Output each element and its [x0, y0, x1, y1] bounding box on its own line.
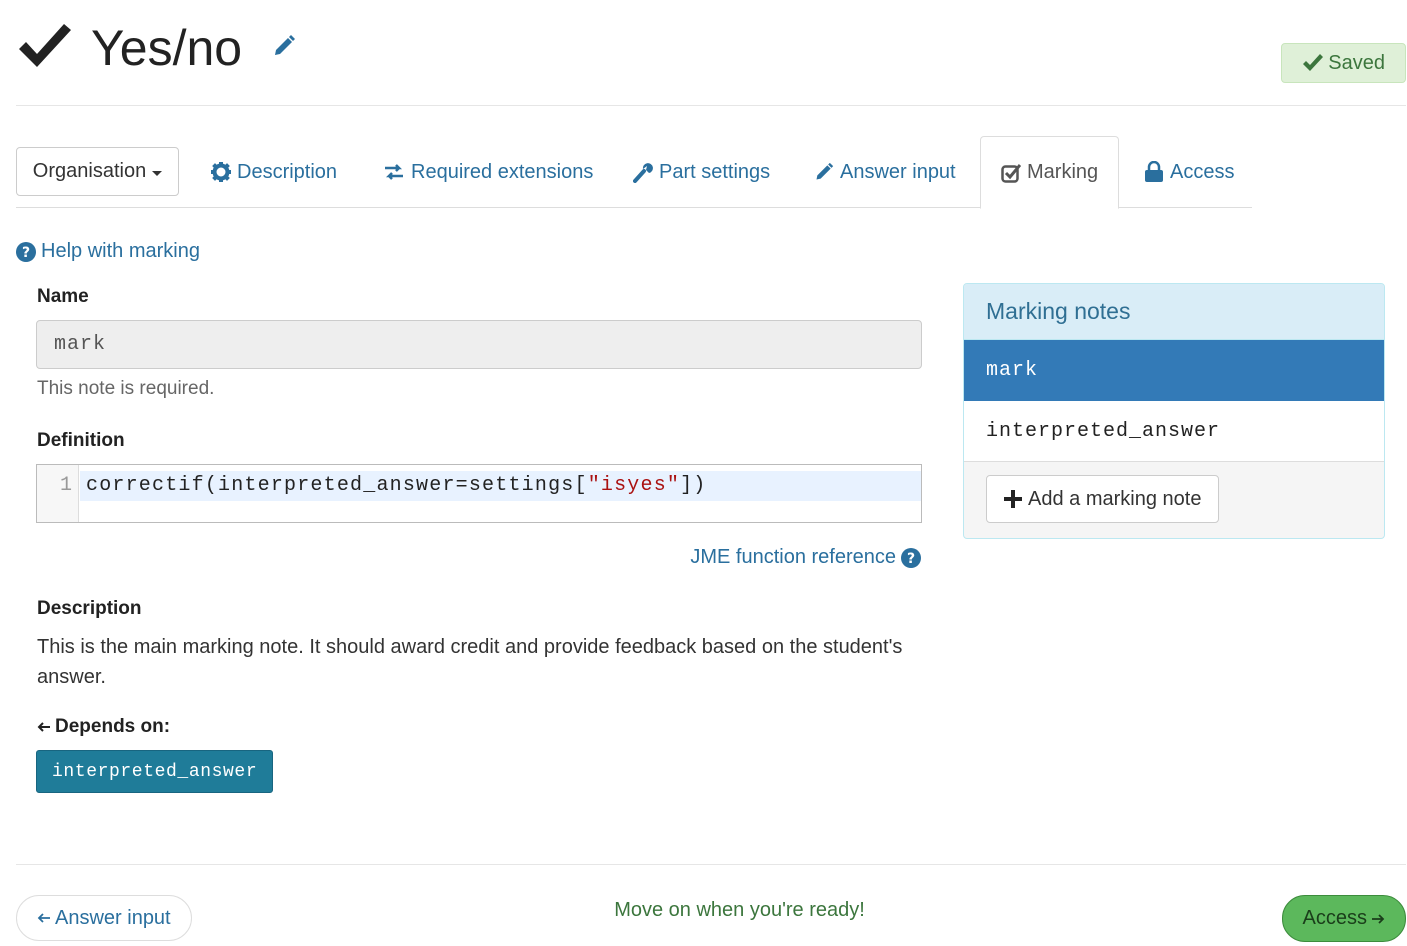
line-gutter: 1: [37, 465, 79, 522]
tab-marking[interactable]: Marking: [980, 136, 1120, 209]
add-note-label: Add a marking note: [1028, 487, 1202, 510]
question-circle-icon: ?: [16, 241, 36, 262]
code-line: correctif(interpreted_answer=settings["i…: [80, 471, 921, 501]
marking-note-item[interactable]: interpreted_answer: [964, 401, 1384, 462]
jme-link-label: JME function reference: [690, 546, 896, 568]
name-help-text: This note is required.: [37, 378, 215, 399]
organisation-label: Organisation: [32, 160, 147, 182]
depends-on-heading: Depends on:: [37, 716, 170, 738]
wrench-icon: [633, 161, 653, 183]
add-marking-note-button[interactable]: Add a marking note: [986, 475, 1220, 523]
tab-part-settings[interactable]: Part settings: [633, 136, 770, 208]
exchange-icon: [383, 163, 405, 181]
arrow-left-icon: [37, 720, 51, 734]
arrow-right-icon: [1371, 912, 1385, 926]
help-with-marking-link[interactable]: ? Help with marking: [16, 240, 200, 263]
tab-description[interactable]: Description: [211, 136, 337, 208]
tab-label: Description: [237, 160, 338, 183]
description-text: This is the main marking note. It should…: [37, 636, 903, 688]
tab-label: Access: [1170, 160, 1235, 183]
organisation-dropdown[interactable]: Organisation: [16, 147, 179, 196]
svg-text:?: ?: [22, 245, 30, 261]
plus-icon: [1004, 490, 1022, 508]
tab-label: Answer input: [840, 160, 956, 183]
checkbox-icon: [1001, 163, 1021, 183]
pencil-icon[interactable]: [272, 34, 296, 58]
lock-icon: [1144, 161, 1164, 183]
marking-notes-panel: Marking notes mark interpreted_answer Ad…: [963, 283, 1385, 539]
check-icon: [1302, 54, 1324, 72]
definition-code-editor[interactable]: 1 correctif(interpreted_answer=settings[…: [36, 464, 922, 523]
definition-label: Definition: [37, 430, 125, 451]
tab-bar: Organisation Description Required extens…: [16, 136, 1252, 209]
pencil-icon: [814, 162, 834, 182]
footer-nav: Answer input Move on when you're ready! …: [16, 864, 1406, 946]
name-label: Name: [37, 286, 89, 307]
saved-label: Saved: [1328, 51, 1385, 74]
tab-required-extensions[interactable]: Required extensions: [383, 136, 593, 208]
depends-on-item[interactable]: interpreted_answer: [36, 750, 274, 793]
depends-on-label: Depends on:: [55, 716, 171, 737]
check-icon: [16, 22, 74, 72]
next-access-button[interactable]: Access: [1281, 895, 1406, 942]
code-suffix: ]): [680, 474, 707, 497]
tab-access[interactable]: Access: [1144, 136, 1234, 208]
code-prefix: correctif(interpreted_answer=settings[: [86, 474, 588, 497]
tab-label: Part settings: [659, 160, 771, 183]
line-number: 1: [59, 474, 72, 497]
page-title: Yes/no: [91, 20, 243, 76]
svg-text:?: ?: [907, 551, 915, 567]
question-circle-icon: ?: [901, 547, 921, 568]
tab-label: Marking: [1027, 161, 1099, 183]
tab-answer-input[interactable]: Answer input: [814, 136, 956, 208]
saved-badge: Saved: [1281, 43, 1406, 83]
move-on-message: Move on when you're ready!: [614, 899, 865, 921]
marking-note-item[interactable]: mark: [964, 340, 1384, 401]
help-link-label: Help with marking: [41, 240, 200, 262]
name-field[interactable]: mark: [36, 320, 922, 369]
code-string: "isyes": [587, 474, 681, 497]
caret-down-icon: [152, 170, 163, 176]
marking-notes-heading: Marking notes: [964, 284, 1384, 340]
description-label: Description: [37, 598, 142, 619]
jme-function-reference-link[interactable]: JME function reference ?: [690, 546, 921, 569]
next-label: Access: [1302, 907, 1367, 929]
gear-icon: [211, 162, 231, 182]
tab-label: Required extensions: [411, 160, 594, 183]
page-header: Yes/no Saved: [16, 0, 1406, 106]
